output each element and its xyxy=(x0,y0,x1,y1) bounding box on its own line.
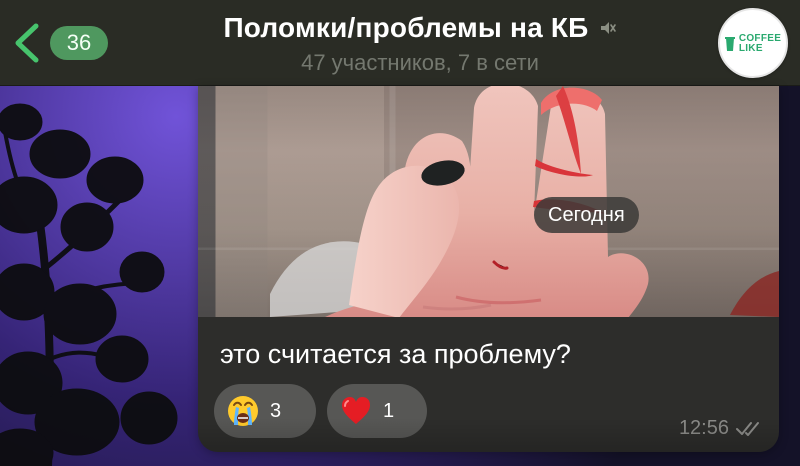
logo-text: COFFEE LIKE xyxy=(739,34,781,54)
telegram-chat-screen: 36 Поломки/проблемы на КБ 47 участников,… xyxy=(0,0,800,466)
chevron-left-icon xyxy=(15,23,39,63)
reaction-count: 1 xyxy=(383,400,395,422)
reaction-count: 3 xyxy=(270,400,282,422)
red-heart-icon xyxy=(342,397,370,424)
double-check-icon xyxy=(736,421,759,436)
chat-header: 36 Поломки/проблемы на КБ 47 участников,… xyxy=(0,0,800,86)
message-bubble[interactable]: Сегодня это считается за проблему? 3 1 1… xyxy=(198,86,779,452)
message-time: 12:56 xyxy=(679,417,765,440)
message-photo[interactable]: Сегодня xyxy=(198,86,779,317)
tree-silhouette-background xyxy=(0,103,178,466)
message-text: это считается за проблему? xyxy=(220,339,571,369)
coffee-cup-icon xyxy=(724,37,735,51)
reaction-crying-face[interactable]: 3 xyxy=(214,384,316,438)
unread-count-badge: 36 xyxy=(50,26,108,60)
title-row: Поломки/проблемы на КБ xyxy=(160,10,680,46)
participants-status: 47 участников, 7 в сети xyxy=(301,50,539,75)
back-button[interactable]: 36 xyxy=(10,20,118,66)
logo-bottom-text: LIKE xyxy=(738,43,763,54)
group-avatar[interactable]: COFFEE LIKE xyxy=(718,8,788,78)
reaction-red-heart[interactable]: 1 xyxy=(327,384,427,438)
date-separator-pill: Сегодня xyxy=(534,197,639,233)
chat-title: Поломки/проблемы на КБ xyxy=(223,12,589,43)
chat-title-area[interactable]: Поломки/проблемы на КБ 47 участников, 7 … xyxy=(160,10,680,78)
message-time-text: 12:56 xyxy=(678,417,729,439)
coffee-like-logo: COFFEE LIKE xyxy=(724,34,781,54)
crying-face-icon xyxy=(228,396,258,426)
mute-icon xyxy=(600,22,616,34)
injured-hand-photo xyxy=(270,86,779,317)
